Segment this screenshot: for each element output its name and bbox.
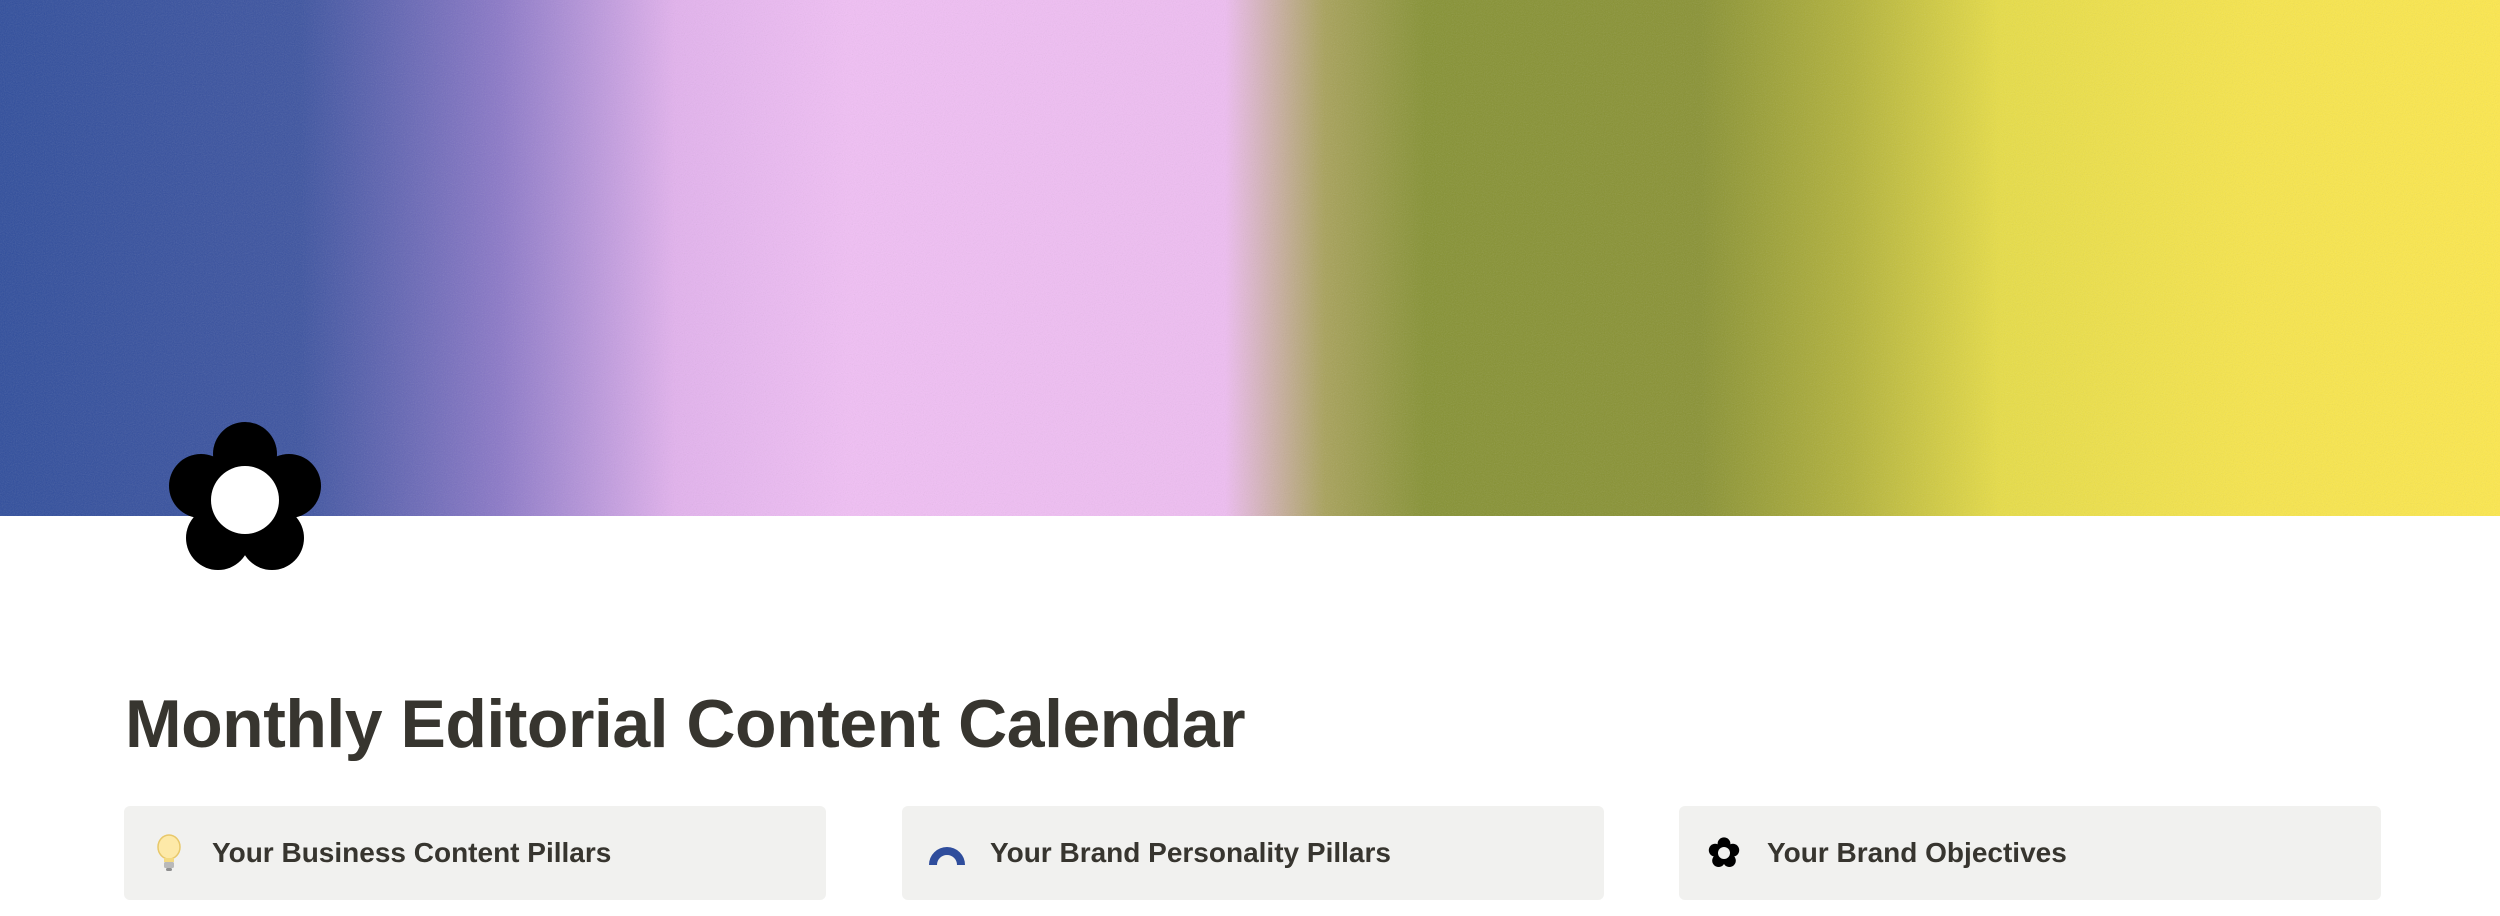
cover-noise-texture [0,0,2500,516]
flower-icon [169,422,321,570]
flower-icon [1703,832,1745,874]
callout-brand-objectives[interactable]: Your Brand Objectives [1679,806,2381,900]
callout-label: Your Business Content Pillars [212,837,612,868]
callout-business-content-pillars[interactable]: Your Business Content Pillars [124,806,826,900]
page-cover-image[interactable] [0,0,2500,516]
callout-label: Your Brand Personality Pillars [990,837,1391,868]
callout-brand-personality-pillars[interactable]: Your Brand Personality Pillars [902,806,1604,900]
callout-label: Your Brand Objectives [1767,837,2067,868]
page-title[interactable]: Monthly Editorial Content Calendar [125,680,1246,768]
rainbow-arc-icon [926,832,968,874]
notion-page: Monthly Editorial Content Calendar Your … [0,0,2500,916]
page-icon-flower[interactable] [165,420,325,580]
lightbulb-icon [148,832,190,874]
